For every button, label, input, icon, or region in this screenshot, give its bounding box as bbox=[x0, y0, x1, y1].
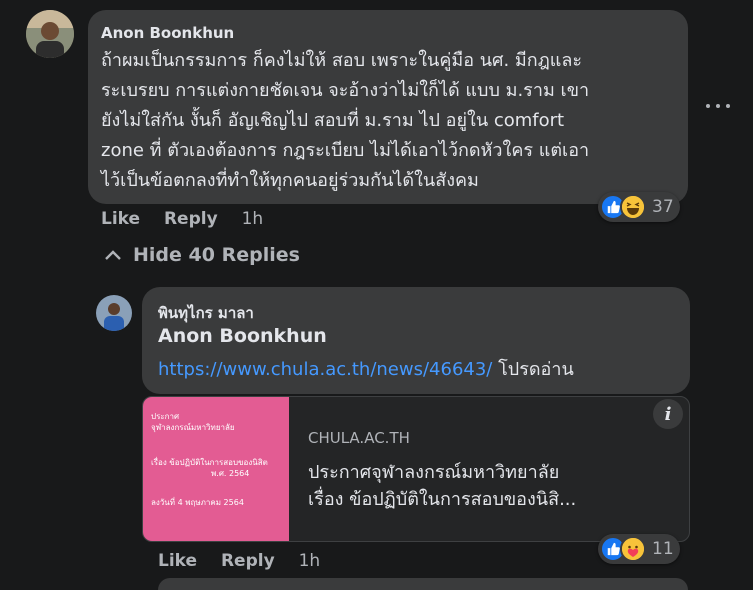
hide-replies-label: Hide 40 Replies bbox=[133, 244, 300, 266]
replier-avatar[interactable] bbox=[96, 295, 132, 331]
comment-bubble: Anon Boonkhun ถ้าผมเป็นกรรมการ ก็คงไม่ให… bbox=[88, 10, 688, 204]
reply-reactions[interactable]: 11 bbox=[598, 534, 680, 564]
timestamp[interactable]: 1h bbox=[242, 209, 264, 229]
reply-actions: Like Reply 1h bbox=[158, 551, 338, 571]
link-preview-card[interactable]: ประกาศ จุฬาลงกรณ์มหาวิทยาลัย เรื่อง ข้อป… bbox=[142, 396, 690, 542]
comment-line: zone ที่ ตัวเองต้องการ กฎระเบียบ ไม่ได้เ… bbox=[101, 140, 590, 161]
comment-reactions[interactable]: 37 bbox=[598, 192, 680, 222]
preview-domain: CHULA.AC.TH bbox=[308, 429, 410, 447]
preview-image-line: ลงวันที่ 4 พฤษภาคม 2564 bbox=[151, 498, 244, 507]
mention-tag[interactable]: Anon Boonkhun bbox=[158, 325, 327, 347]
reply-bubble: พินทุไกร มาลา Anon Boonkhun https://www.… bbox=[142, 287, 690, 394]
reaction-count: 11 bbox=[652, 539, 674, 559]
reply-button[interactable]: Reply bbox=[164, 209, 218, 229]
preview-title: ประกาศจุฬาลงกรณ์มหาวิทยาลัย เรื่อง ข้อปฏ… bbox=[308, 459, 678, 513]
comment-text: ถ้าผมเป็นกรรมการ ก็คงไม่ให้ สอบ เพราะในค… bbox=[101, 46, 686, 196]
preview-title-line: ประกาศจุฬาลงกรณ์มหาวิทยาลัย bbox=[308, 462, 560, 483]
more-options-icon[interactable] bbox=[706, 96, 730, 116]
reply-link[interactable]: https://www.chula.ac.th/news/46643/ bbox=[158, 359, 492, 380]
preview-image-line: เรื่อง ข้อปฏิบัติในการสอบของนิสิต bbox=[151, 458, 268, 467]
commenter-avatar[interactable] bbox=[26, 10, 74, 58]
preview-image-line: ประกาศ bbox=[151, 412, 180, 421]
link-preview-image: ประกาศ จุฬาลงกรณ์มหาวิทยาลัย เรื่อง ข้อป… bbox=[143, 397, 289, 541]
reply-button[interactable]: Reply bbox=[221, 551, 275, 571]
comment-line: ถ้าผมเป็นกรรมการ ก็คงไม่ให้ สอบ เพราะในค… bbox=[101, 50, 583, 71]
hide-replies-button[interactable]: Hide 40 Replies bbox=[104, 244, 300, 266]
info-icon[interactable]: i bbox=[653, 399, 683, 429]
like-button[interactable]: Like bbox=[158, 551, 197, 571]
haha-icon bbox=[620, 194, 646, 220]
like-button[interactable]: Like bbox=[101, 209, 140, 229]
comment-line: ระเบรยบ การแต่งกายชัดเจน จะอ้างว่าไม่ใก็… bbox=[101, 80, 590, 101]
care-icon bbox=[620, 536, 646, 562]
next-reply-bubble-edge bbox=[158, 578, 688, 590]
reply-text: https://www.chula.ac.th/news/46643/ โปรด… bbox=[158, 354, 574, 383]
chevron-up-icon bbox=[105, 250, 121, 260]
comment-author[interactable]: Anon Boonkhun bbox=[101, 24, 234, 42]
timestamp[interactable]: 1h bbox=[299, 551, 321, 571]
comment-actions: Like Reply 1h bbox=[101, 209, 281, 229]
comment-line: ยังไม่ใส่กัน งั้นก็ อัญเชิญไป สอบที่ ม.ร… bbox=[101, 110, 565, 131]
comment-line: ไว้เป็นข้อตกลงที่ทำให้ทุกคนอยู่ร่วมกันได… bbox=[101, 170, 479, 191]
preview-image-line: พ.ศ. 2564 bbox=[211, 469, 250, 478]
reply-author[interactable]: พินทุไกร มาลา bbox=[158, 301, 254, 325]
preview-title-line: เรื่อง ข้อปฏิบัติในการสอบของนิสิ... bbox=[308, 489, 577, 510]
preview-image-line: จุฬาลงกรณ์มหาวิทยาลัย bbox=[151, 423, 235, 432]
preview-image-text: ประกาศ จุฬาลงกรณ์มหาวิทยาลัย เรื่อง ข้อป… bbox=[151, 411, 286, 508]
reply-text-suffix: โปรดอ่าน bbox=[492, 359, 574, 380]
reaction-count: 37 bbox=[652, 197, 674, 217]
